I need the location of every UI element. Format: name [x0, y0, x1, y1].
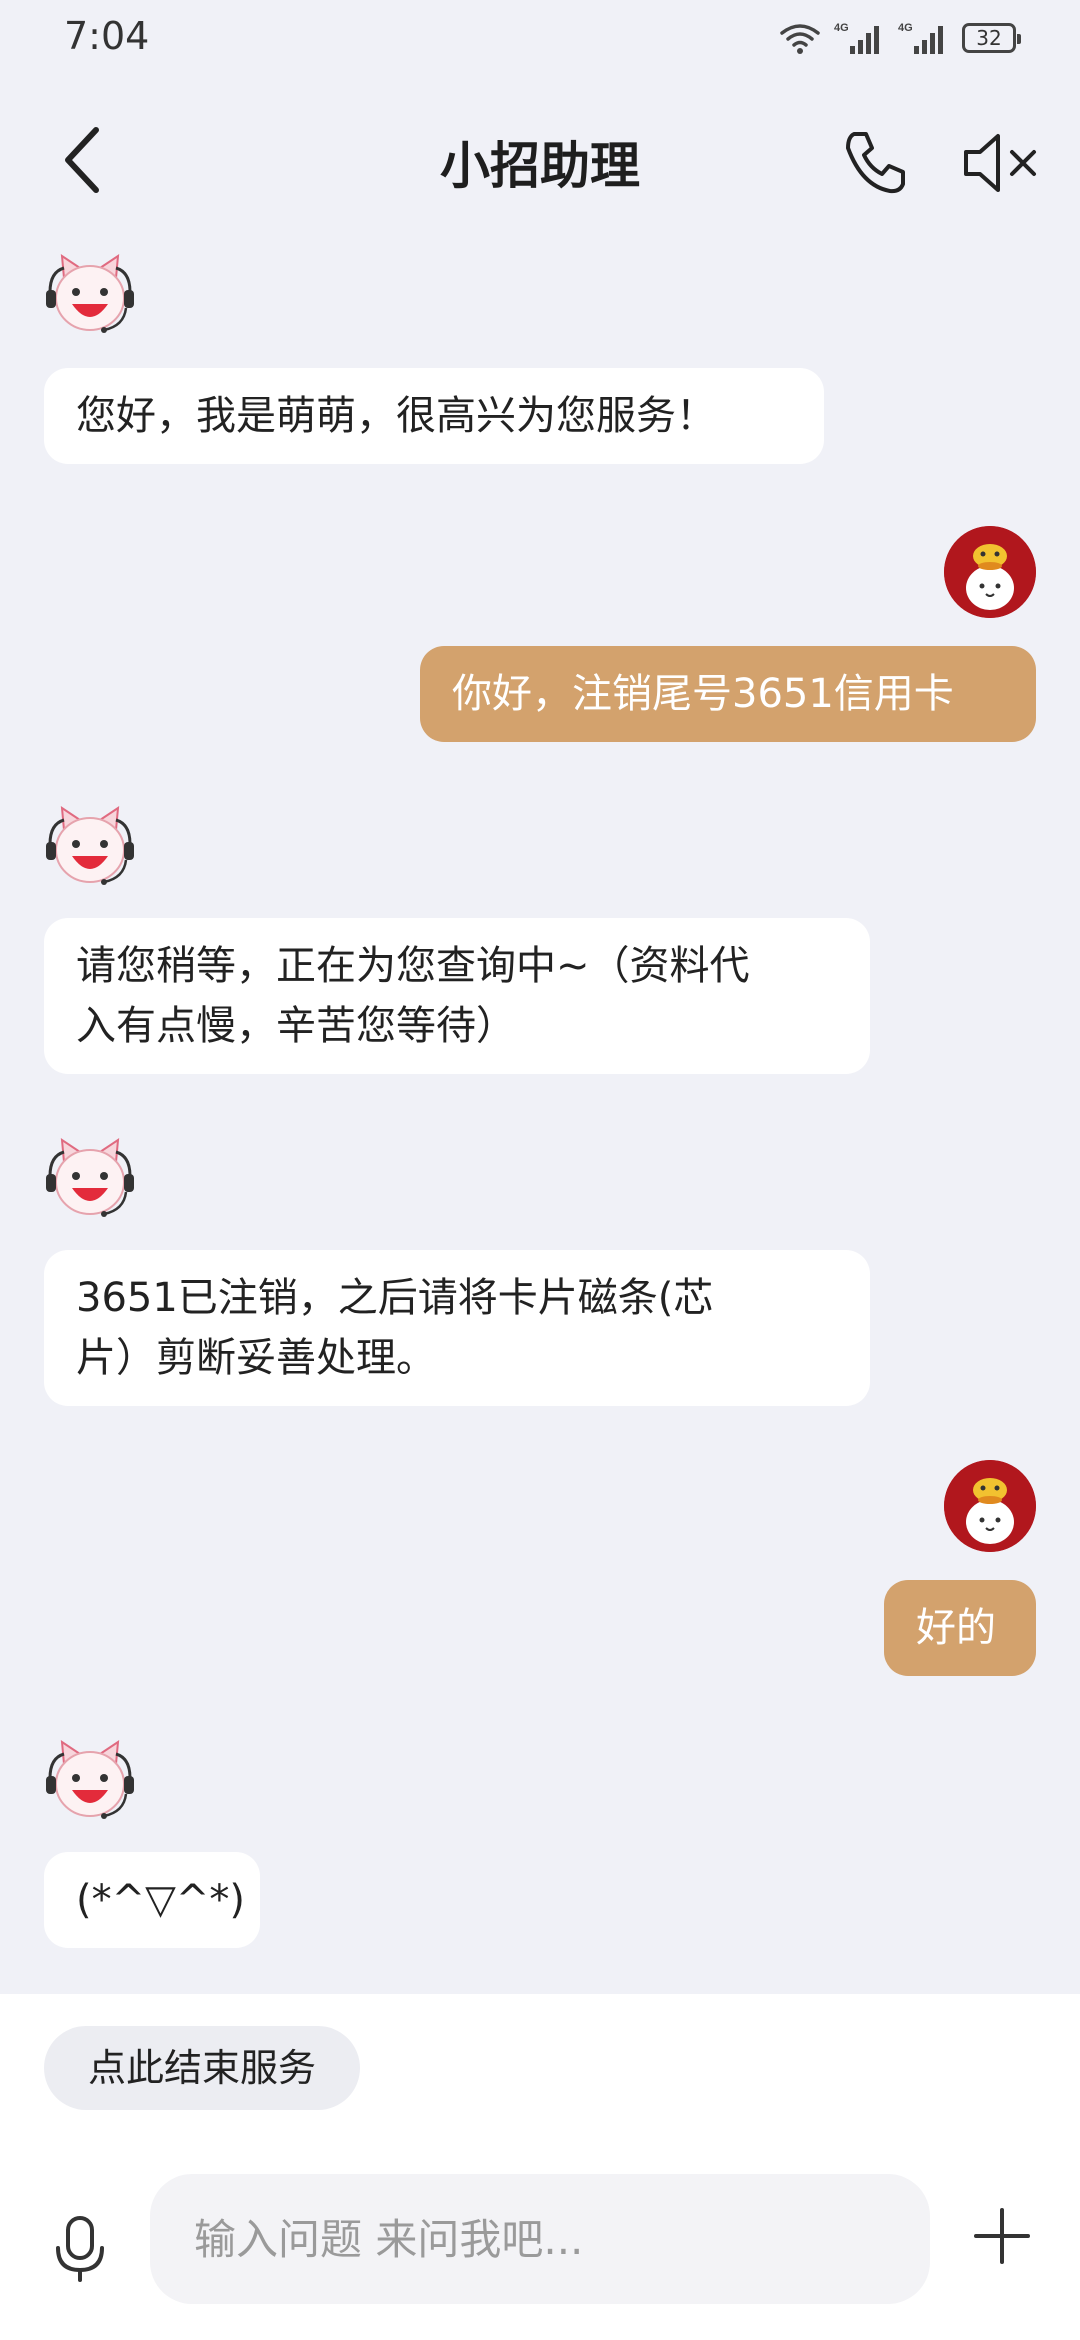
bot-message: (*^▽^*) [44, 1852, 260, 1948]
message-text: (*^▽^*) [76, 1877, 246, 1923]
plus-icon[interactable] [972, 2206, 1032, 2266]
user-message: 你好，注销尾号3651信用卡 [420, 646, 1036, 742]
page-title: 小招助理 [440, 137, 640, 195]
message-text: 好的 [916, 1605, 996, 1651]
message-text: 你好，注销尾号3651信用卡 [452, 671, 954, 717]
bot-avatar [46, 254, 134, 333]
message-text-line: 入有点慢，辛苦您等待） [76, 1003, 516, 1049]
battery-icon: 32 [962, 23, 1021, 53]
status-time: 7:04 [64, 14, 150, 58]
bot-message: 您好，我是萌萌，很高兴为您服务！ [44, 368, 824, 464]
bottom-panel: 点此结束服务 [0, 1994, 1080, 2340]
bot-avatar [46, 1740, 134, 1819]
nav-bar: 小招助理 [0, 100, 1080, 220]
status-bar: 7:04 4G 4G 32 [0, 0, 1080, 80]
battery-level: 32 [976, 26, 1002, 50]
end-service-button[interactable]: 点此结束服务 [44, 2026, 361, 2110]
message-text-line: 片）剪断妥善处理。 [76, 1335, 436, 1381]
message-text-line: 3651已注销，之后请将卡片磁条(芯 [76, 1275, 714, 1321]
bot-message: 请您稍等，正在为您查询中~（资料代 入有点慢，辛苦您等待） [44, 918, 870, 1074]
user-avatar [944, 526, 1036, 618]
bot-message: 3651已注销，之后请将卡片磁条(芯 片）剪断妥善处理。 [44, 1250, 870, 1406]
signal-icon: 4G [834, 22, 879, 54]
status-icons: 4G 4G 32 [780, 18, 1021, 58]
network-type-label-2: 4G [898, 22, 913, 34]
bot-avatar [46, 1138, 134, 1217]
signal-icon-2: 4G [898, 22, 943, 54]
network-type-label: 4G [834, 22, 849, 34]
phone-icon[interactable] [840, 128, 910, 198]
user-avatar [944, 1460, 1036, 1552]
question-input[interactable] [150, 2174, 930, 2304]
wifi-icon [780, 24, 820, 54]
speaker-mute-icon[interactable] [962, 128, 1040, 198]
bot-avatar [46, 806, 134, 885]
message-text-line: 请您稍等，正在为您查询中~（资料代 [76, 943, 750, 989]
microphone-icon[interactable] [50, 2214, 110, 2284]
user-message: 好的 [884, 1580, 1036, 1676]
message-text: 您好，我是萌萌，很高兴为您服务！ [76, 393, 716, 439]
